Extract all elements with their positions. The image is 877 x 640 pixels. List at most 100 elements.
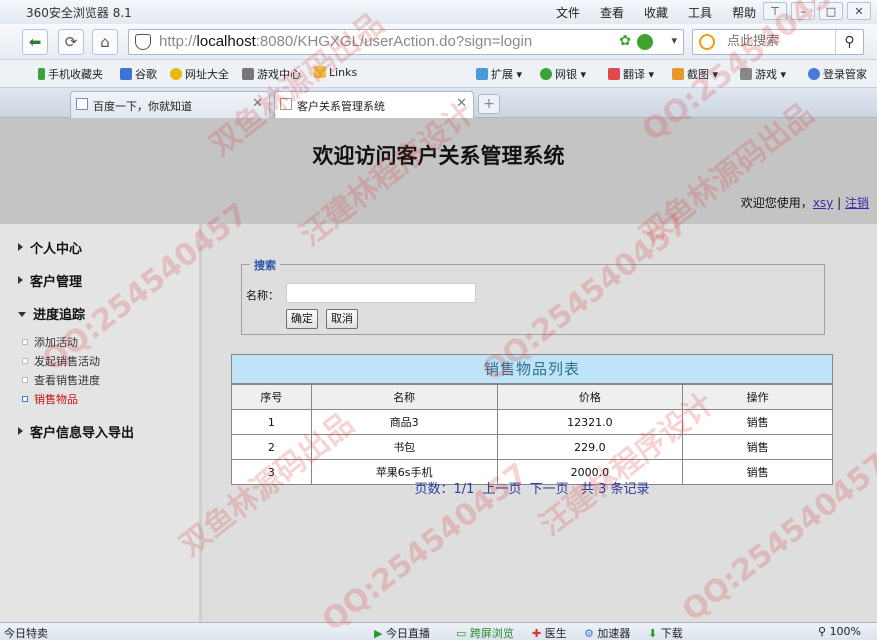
security-shield-icon <box>135 34 151 50</box>
favorites-bar: 手机收藏夹 谷歌 网址大全 游戏中心 Links 扩展 ▾ 网银 ▾ 翻译 ▾ … <box>0 60 877 88</box>
home-icon: ⌂ <box>100 33 110 51</box>
search-input[interactable] <box>727 34 827 49</box>
search-icon: ⚲ <box>844 34 855 50</box>
name-input[interactable] <box>286 283 476 303</box>
status-accelerator[interactable]: ⚙ 加速器 <box>584 625 630 640</box>
window-controls: ⊤ – □ ✕ <box>763 2 871 20</box>
table-header-row: 序号 名称 价格 操作 <box>231 384 833 410</box>
tab-baidu[interactable]: 百度一下，你就知道 ✕ <box>70 91 270 118</box>
menu-file[interactable]: 文件 <box>556 4 580 21</box>
welcome-area: 欢迎您使用，xsy | 注销 <box>741 194 869 211</box>
ie-engine-icon[interactable] <box>637 34 653 50</box>
tab-close-icon[interactable]: ✕ <box>252 96 263 111</box>
search-engine-icon[interactable] <box>699 34 715 50</box>
username-link[interactable]: xsy <box>813 196 833 210</box>
status-today-deals[interactable]: 今日特卖 <box>4 625 48 640</box>
browser-title-bar: 360安全浏览器 8.1 文件 查看 收藏 工具 帮助 ⊤ – □ ✕ <box>0 0 877 24</box>
menu-help[interactable]: 帮助 <box>732 4 756 21</box>
minimize-button[interactable]: – <box>791 2 815 20</box>
name-label: 名称： <box>246 289 279 302</box>
user-key-icon <box>808 68 820 80</box>
sidebar-group-personal[interactable]: 个人中心 <box>18 238 82 257</box>
sell-link[interactable]: 销售 <box>682 409 833 435</box>
table-row: 1 商品3 12321.0 销售 <box>231 409 833 435</box>
new-tab-button[interactable]: + <box>478 94 500 114</box>
sidebar-item-start-sales[interactable]: 发起销售活动 <box>22 353 100 369</box>
sidebar-item-add-activity[interactable]: 添加活动 <box>22 334 78 350</box>
zoom-icon: ⚲ <box>818 625 830 638</box>
sidebar: 个人中心 客户管理 进度追踪 添加活动 发起销售活动 查看销售进度 销售物品 客… <box>0 224 202 622</box>
refresh-icon: ⟳ <box>64 33 78 51</box>
back-button[interactable]: ⬅ <box>22 29 48 55</box>
toolbar-games[interactable]: 游戏 ▾ <box>740 66 786 82</box>
home-button[interactable]: ⌂ <box>92 29 118 55</box>
download-icon: ⬇ <box>648 627 661 640</box>
close-window-button[interactable]: ✕ <box>847 2 871 20</box>
search-button[interactable]: ⚲ <box>835 30 863 54</box>
status-cross-screen[interactable]: ▭ 跨屏浏览 <box>456 625 514 640</box>
cell-name: 商品3 <box>310 409 498 435</box>
welcome-text: 欢迎您使用， <box>740 196 813 210</box>
pager-next-link[interactable]: 下一页 <box>530 482 569 497</box>
tab-crm[interactable]: 客户关系管理系统 ✕ <box>274 91 474 118</box>
fav-links[interactable]: Links <box>314 66 357 79</box>
cancel-button[interactable]: 取消 <box>326 309 358 329</box>
menu-favorites[interactable]: 收藏 <box>644 4 668 21</box>
bullet-icon <box>22 377 28 383</box>
status-bar: 今日特卖 ▶ 今日直播 ▭ 跨屏浏览 ✚ 医生 ⚙ 加速器 ⬇ 下载 ⚲ 100… <box>0 622 877 640</box>
col-header-price: 价格 <box>496 384 684 410</box>
expand-arrow-icon <box>18 427 23 435</box>
fav-url-nav[interactable]: 网址大全 <box>170 66 229 82</box>
sell-link[interactable]: 销售 <box>682 434 833 460</box>
browser-menu: 文件 查看 收藏 工具 帮助 <box>556 4 776 21</box>
play-icon: ▶ <box>374 627 386 640</box>
fav-google[interactable]: 谷歌 <box>120 66 157 82</box>
refresh-button[interactable]: ⟳ <box>58 29 84 55</box>
fav-mobile[interactable]: 手机收藏夹 <box>38 66 103 82</box>
status-download[interactable]: ⬇ 下载 <box>648 625 683 640</box>
pager-total: 共 3 条记录 <box>580 482 650 497</box>
address-url[interactable]: http://localhost:8080/KHGXGL/userAction.… <box>159 33 532 50</box>
toolbar-screenshot[interactable]: 截图 ▾ <box>672 66 718 82</box>
menu-view[interactable]: 查看 <box>600 4 624 21</box>
bullet-icon <box>22 339 28 345</box>
toolbar-bank[interactable]: 网银 ▾ <box>540 66 586 82</box>
toolbar-translate[interactable]: 翻译 ▾ <box>608 66 654 82</box>
search-fieldset: 搜索 名称： 确定 取消 <box>241 257 825 335</box>
menu-tools[interactable]: 工具 <box>688 4 712 21</box>
address-dropdown-icon[interactable]: ▾ <box>671 34 677 47</box>
status-live[interactable]: ▶ 今日直播 <box>374 625 430 640</box>
sidebar-group-customers[interactable]: 客户管理 <box>18 271 82 290</box>
toolbar-extensions[interactable]: 扩展 ▾ <box>476 66 522 82</box>
screen-icon: ▭ <box>456 627 470 640</box>
compat-mode-icon[interactable]: ✿ <box>619 33 631 49</box>
gamepad-icon <box>242 68 254 80</box>
maximize-button[interactable]: □ <box>819 2 843 20</box>
bank-icon <box>540 68 552 80</box>
toolbar-login-manager[interactable]: 登录管家 <box>808 66 867 82</box>
browser-app-title: 360安全浏览器 8.1 <box>26 6 132 20</box>
main-content: 搜索 名称： 确定 取消 销售物品列表 序号 名称 价格 操作 1 商品3 12… <box>205 224 877 622</box>
status-doctor[interactable]: ✚ 医生 <box>532 625 567 640</box>
sidebar-group-import-export[interactable]: 客户信息导入导出 <box>18 422 134 441</box>
pager-prev-link[interactable]: 上一页 <box>483 482 522 497</box>
pin-icon[interactable]: ⊤ <box>763 2 787 20</box>
page-header: 欢迎访问客户关系管理系统 欢迎您使用，xsy | 注销 <box>0 118 877 224</box>
google-icon <box>120 68 132 80</box>
sidebar-item-sales-progress[interactable]: 查看销售进度 <box>22 372 100 388</box>
cross-icon: ✚ <box>532 627 545 640</box>
zoom-level[interactable]: ⚲ 100% <box>818 625 861 638</box>
fav-games-center[interactable]: 游戏中心 <box>242 66 301 82</box>
tab-close-icon[interactable]: ✕ <box>456 96 467 111</box>
url-scheme: http:// <box>159 33 197 50</box>
tab-label: 客户关系管理系统 <box>297 100 385 113</box>
sidebar-item-sale-goods[interactable]: 销售物品 <box>22 391 78 407</box>
address-bar[interactable]: http://localhost:8080/KHGXGL/userAction.… <box>128 29 684 55</box>
folder-icon <box>314 66 326 78</box>
confirm-button[interactable]: 确定 <box>286 309 318 329</box>
logout-link[interactable]: 注销 <box>845 196 869 210</box>
cell-no: 2 <box>231 434 312 460</box>
sidebar-group-progress[interactable]: 进度追踪 <box>18 304 85 323</box>
translate-icon <box>608 68 620 80</box>
col-header-action: 操作 <box>682 384 833 410</box>
